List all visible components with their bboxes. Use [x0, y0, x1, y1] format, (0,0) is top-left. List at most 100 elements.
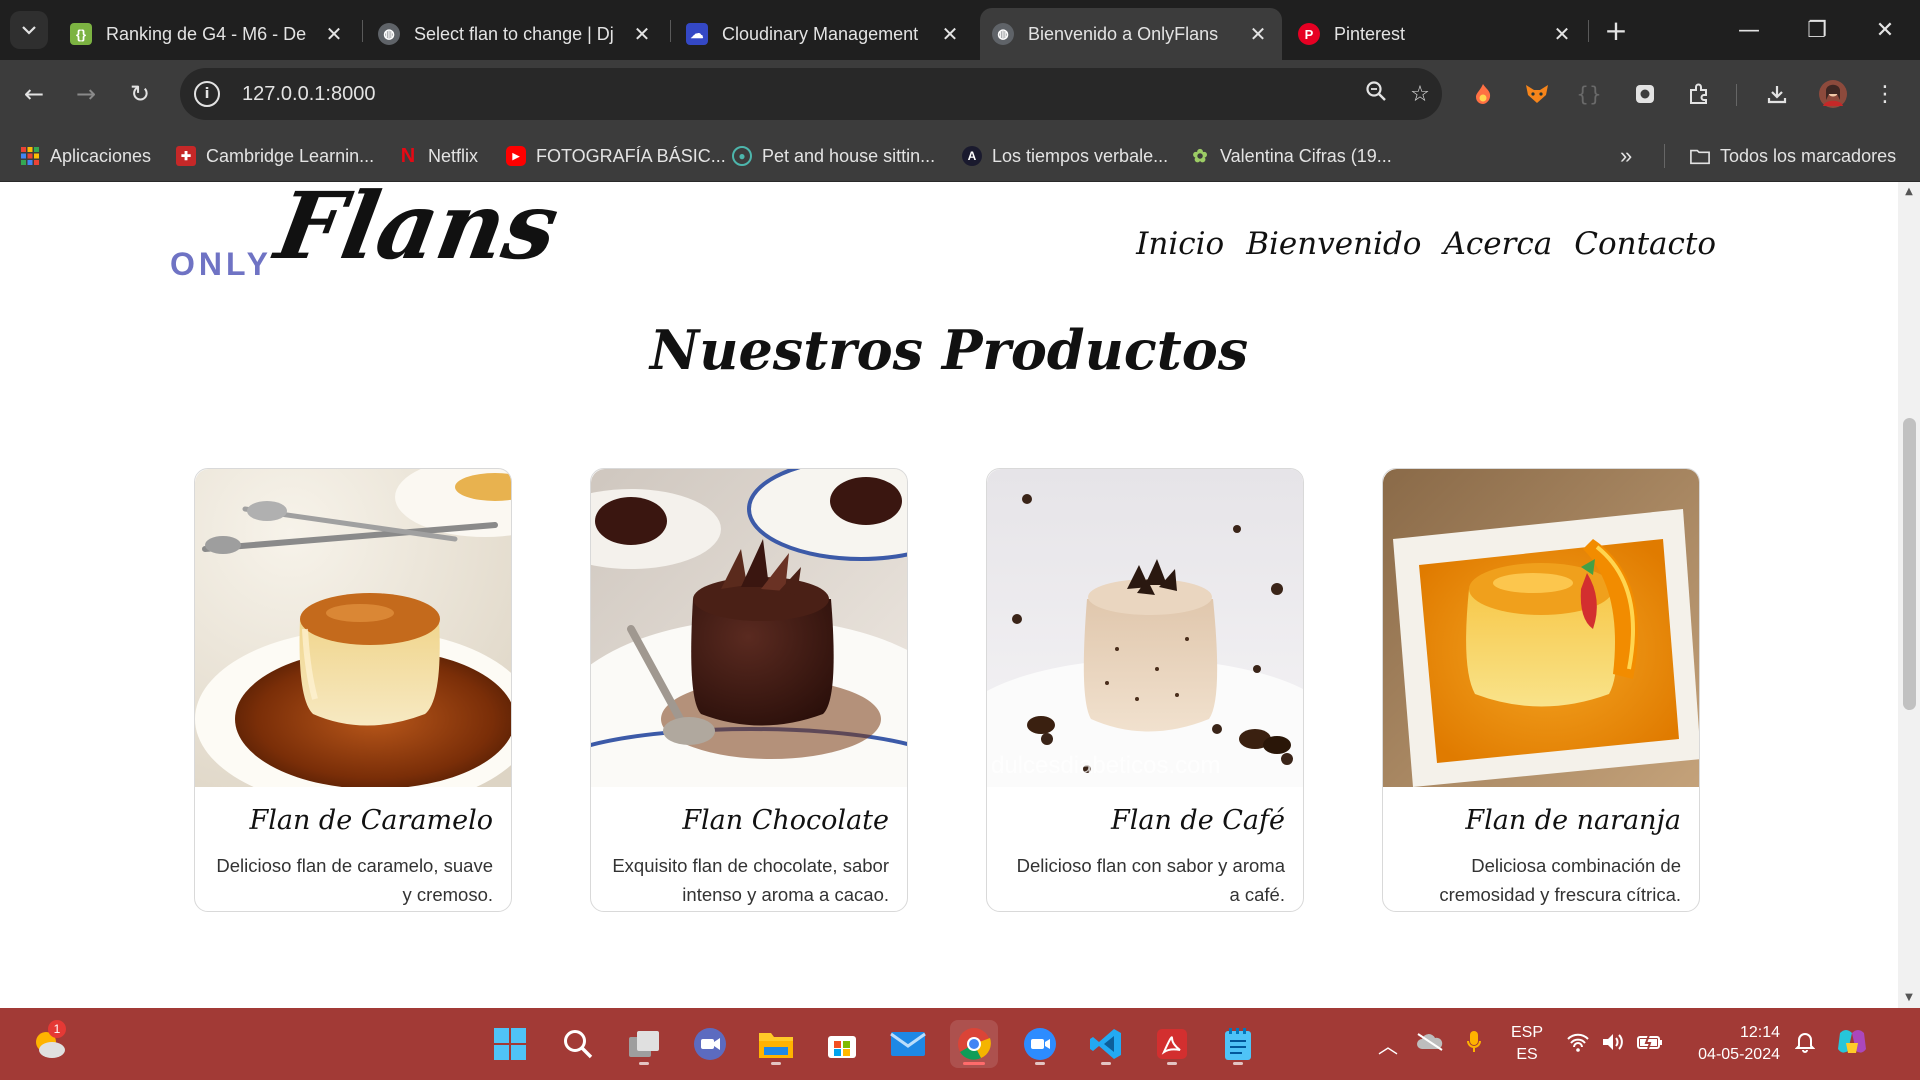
copilot-icon[interactable] — [1830, 1027, 1874, 1062]
meet-app-button[interactable] — [686, 1020, 734, 1068]
nav-link-contacto[interactable]: Contacto — [1574, 226, 1716, 262]
product-name: Flan de naranja — [1465, 805, 1681, 836]
address-bar[interactable]: i 127.0.0.1:8000 ☆ — [180, 68, 1442, 120]
youtube-icon: ▶ — [506, 146, 526, 166]
product-description: Exquisito flan de chocolate, sabor inten… — [612, 855, 889, 905]
tab-ranking[interactable]: {} Ranking de G4 - M6 - De ✕ — [58, 8, 358, 60]
reload-icon: ↻ — [129, 80, 151, 108]
scroll-thumb[interactable] — [1903, 418, 1916, 710]
nav-link-bienvenido[interactable]: Bienvenido — [1246, 226, 1421, 262]
close-icon[interactable]: ✕ — [940, 22, 960, 47]
store-button[interactable] — [818, 1020, 866, 1068]
bell-icon[interactable] — [1780, 1031, 1830, 1058]
bookmark-valentina[interactable]: ✿ Valentina Cifras (19... — [1190, 142, 1391, 170]
netflix-icon: N — [400, 144, 416, 167]
battery-icon[interactable] — [1630, 1034, 1670, 1055]
chrome-icon — [958, 1028, 991, 1060]
file-explorer-button[interactable] — [752, 1020, 800, 1068]
bookmark-aplicaciones[interactable]: Aplicaciones — [20, 142, 151, 170]
logo-flans-text: Flans — [268, 182, 567, 280]
avatar[interactable] — [1816, 77, 1850, 111]
cambridge-icon: ✚ — [176, 146, 196, 166]
wifi-icon[interactable] — [1560, 1032, 1596, 1057]
language-indicator[interactable]: ESP ES — [1494, 1022, 1560, 1066]
product-description: Deliciosa combinación de cremosidad y fr… — [1439, 855, 1681, 905]
tab-onlyflans[interactable]: ◍ Bienvenido a OnlyFlans ✕ — [980, 8, 1282, 60]
page-scrollbar[interactable]: ▲ ▼ — [1898, 182, 1920, 1008]
site-info-icon[interactable]: i — [194, 81, 220, 107]
minimize-button[interactable]: — — [1716, 0, 1782, 60]
leaf-icon: ✿ — [1192, 145, 1208, 166]
clock[interactable]: 12:14 04-05-2024 — [1670, 1022, 1780, 1066]
more-bookmarks-button[interactable]: » — [1620, 142, 1632, 170]
url-text[interactable]: 127.0.0.1:8000 — [242, 83, 1354, 106]
pdf-icon — [1157, 1029, 1187, 1059]
search-button[interactable] — [554, 1020, 602, 1068]
close-icon[interactable]: ✕ — [1248, 22, 1268, 47]
bookmark-fotografia[interactable]: ▶ FOTOGRAFÍA BÁSIC... — [506, 142, 726, 170]
new-tab-button[interactable]: + — [1598, 12, 1634, 48]
page-viewport[interactable]: ONLY Flans Inicio Bienvenido Acerca Cont… — [0, 182, 1920, 1008]
bookmark-tiempos-verbales[interactable]: A Los tiempos verbale... — [962, 142, 1168, 170]
video-call-icon — [694, 1028, 726, 1060]
mail-button[interactable] — [884, 1020, 932, 1068]
braces-extension-icon[interactable]: {} — [1572, 77, 1606, 111]
back-button[interactable]: ← — [14, 74, 54, 114]
zoom-button[interactable] — [1016, 1020, 1064, 1068]
tab-select-flan[interactable]: ◍ Select flan to change | Dj ✕ — [366, 8, 666, 60]
screenshot-extension-icon[interactable] — [1628, 77, 1662, 111]
product-description: Delicioso flan con sabor y aroma a café. — [1016, 855, 1285, 905]
download-icon[interactable] — [1760, 77, 1794, 111]
onedrive-icon[interactable] — [1406, 1032, 1454, 1056]
tab-title: Pinterest — [1334, 23, 1406, 44]
tab-cloudinary[interactable]: ☁ Cloudinary Management ✕ — [674, 8, 974, 60]
close-icon[interactable]: ✕ — [1552, 22, 1572, 47]
bookmarks-separator — [1664, 144, 1665, 168]
app-indicator — [963, 1062, 985, 1065]
reload-button[interactable]: ↻ — [120, 74, 160, 114]
fire-extension-icon[interactable] — [1466, 77, 1500, 111]
zoom-icon[interactable] — [1354, 80, 1398, 108]
puzzle-extension-icon[interactable] — [1682, 77, 1716, 111]
tab-search-button[interactable] — [10, 11, 48, 49]
nav-link-acerca[interactable]: Acerca — [1443, 226, 1552, 262]
weather-widget[interactable]: 1 — [26, 1020, 74, 1068]
scroll-down-icon[interactable]: ▼ — [1903, 992, 1915, 1004]
bookmark-cambridge[interactable]: ✚ Cambridge Learnin... — [176, 142, 374, 170]
product-card[interactable]: Flan de naranja Deliciosa combinación de… — [1382, 468, 1700, 912]
fox-extension-icon[interactable] — [1520, 77, 1554, 111]
app-indicator — [771, 1062, 781, 1065]
close-icon[interactable]: ✕ — [632, 22, 652, 47]
close-window-button[interactable]: ✕ — [1852, 0, 1918, 60]
microphone-icon[interactable] — [1454, 1030, 1494, 1059]
forward-button[interactable]: → — [66, 74, 106, 114]
cloudinary-icon: ☁ — [686, 23, 708, 45]
tab-pinterest[interactable]: P Pinterest ✕ — [1286, 8, 1586, 60]
nav-link-inicio[interactable]: Inicio — [1136, 226, 1224, 262]
bookmark-netflix[interactable]: N Netflix — [398, 142, 478, 170]
bookmark-pet-house[interactable]: ● Pet and house sittin... — [732, 142, 935, 170]
start-button[interactable] — [486, 1020, 534, 1068]
chrome-button[interactable] — [950, 1020, 998, 1068]
keyboard-layout: ES — [1516, 1046, 1538, 1063]
notepad-button[interactable] — [1214, 1020, 1262, 1068]
site-logo[interactable]: ONLY Flans — [170, 182, 566, 294]
store-icon — [828, 1036, 856, 1058]
product-card[interactable]: dulcesdiabeticos.com Flan de Café Delici… — [986, 468, 1304, 912]
chevron-down-icon — [22, 26, 36, 35]
task-view-button[interactable] — [620, 1020, 668, 1068]
star-icon[interactable]: ☆ — [1398, 82, 1442, 107]
product-card[interactable]: Flan de Caramelo Delicioso flan de caram… — [194, 468, 512, 912]
all-bookmarks-button[interactable]: Todos los marcadores — [1690, 142, 1896, 170]
arrow-right-icon: → — [75, 80, 97, 108]
chevron-up-icon[interactable]: ︿ — [1370, 1030, 1406, 1059]
vscode-button[interactable] — [1082, 1020, 1130, 1068]
app-indicator — [1167, 1062, 1177, 1065]
scroll-up-icon[interactable]: ▲ — [1903, 186, 1915, 198]
product-card[interactable]: Flan Chocolate Exquisito flan de chocola… — [590, 468, 908, 912]
menu-kebab-icon[interactable]: ⋮ — [1868, 77, 1902, 111]
acrobat-button[interactable] — [1148, 1020, 1196, 1068]
close-icon[interactable]: ✕ — [324, 22, 344, 47]
restore-button[interactable]: ❐ — [1784, 0, 1850, 60]
volume-icon[interactable] — [1596, 1032, 1630, 1057]
